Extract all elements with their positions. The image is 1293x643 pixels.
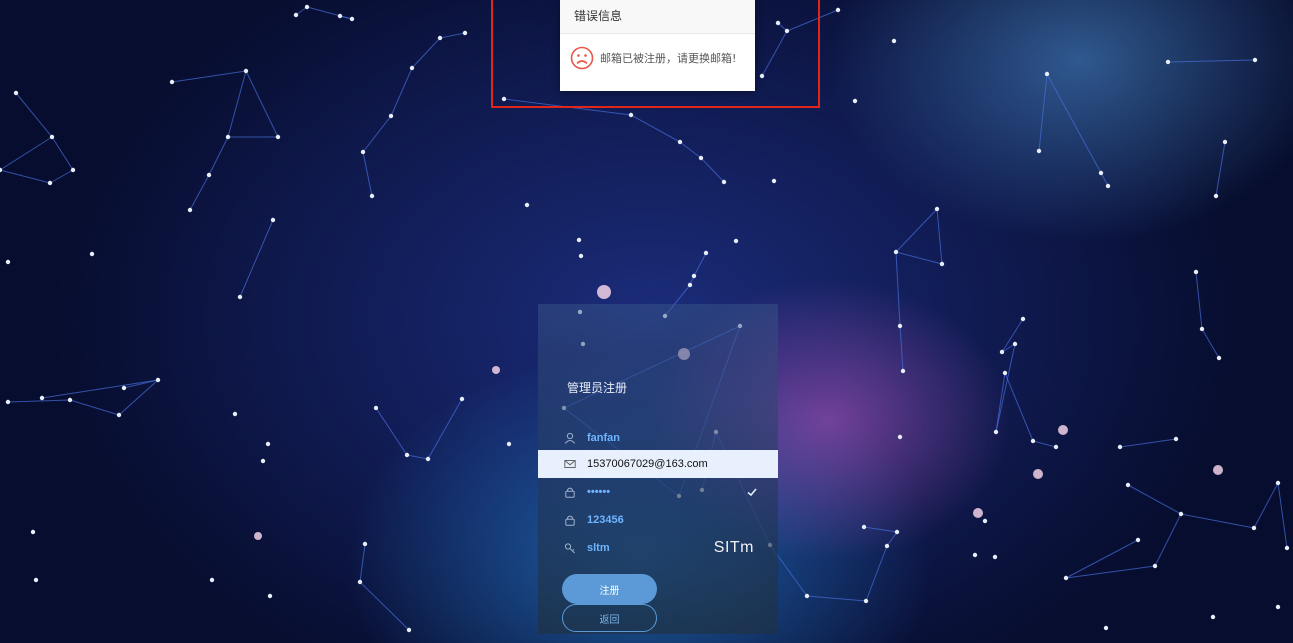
key-icon: [564, 543, 575, 554]
mail-icon: [564, 460, 576, 468]
confirm-password-value: 123456: [587, 514, 624, 526]
password-field[interactable]: ••••••: [538, 478, 778, 506]
password-value: ••••••: [587, 486, 611, 498]
error-dialog-title: 错误信息: [560, 0, 755, 34]
confirm-password-field[interactable]: 123456: [538, 506, 778, 534]
back-button[interactable]: 返回: [562, 604, 657, 632]
error-message: 邮箱已被注册，请更换邮箱!: [600, 52, 737, 65]
email-value: 15370067029@163.com: [587, 458, 708, 470]
lock-icon: [565, 487, 575, 498]
error-dialog: 错误信息 邮箱已被注册，请更换邮箱!: [560, 0, 755, 91]
user-icon: [564, 432, 576, 444]
register-panel: 管理员注册 fanfan 15370067029@163.com •••••• …: [538, 304, 778, 634]
register-title: 管理员注册: [567, 381, 628, 395]
sad-face-icon: [570, 46, 594, 70]
username-field[interactable]: fanfan: [538, 424, 778, 452]
email-field[interactable]: 15370067029@163.com: [538, 450, 778, 478]
register-button[interactable]: 注册: [562, 574, 657, 604]
captcha-value: sltm: [587, 542, 610, 554]
captcha-field[interactable]: sltm SITm: [538, 534, 778, 562]
username-value: fanfan: [587, 432, 620, 444]
lock-icon: [565, 515, 575, 526]
captcha-image[interactable]: SITm: [714, 539, 754, 557]
error-dialog-body: 邮箱已被注册，请更换邮箱!: [560, 34, 755, 70]
check-icon: [747, 488, 757, 497]
